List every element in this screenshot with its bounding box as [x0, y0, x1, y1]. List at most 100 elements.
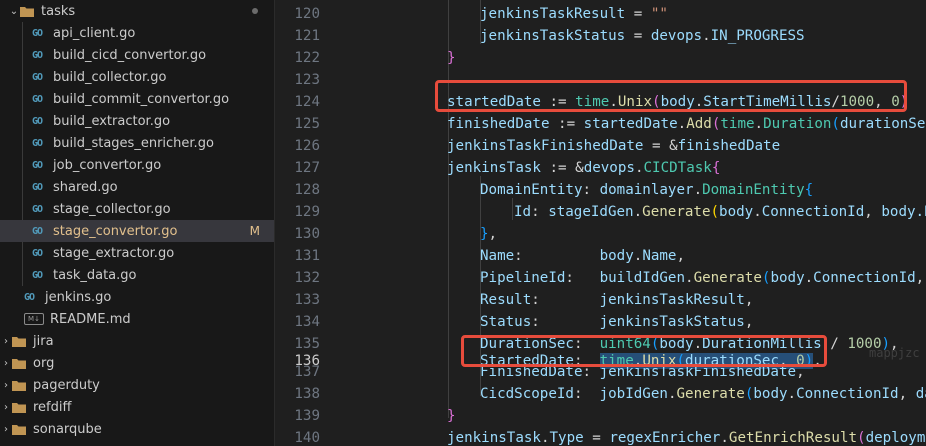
file-build-collector[interactable]: GO build_collector.go: [0, 66, 274, 88]
folder-jira[interactable]: › jira: [0, 330, 274, 352]
file-label: jenkins.go: [45, 289, 112, 305]
folder-org[interactable]: › org: [0, 352, 274, 374]
explorer-sidebar: ⌄ tasks GO api_client.go GO build_cicd_con…: [0, 0, 274, 446]
file-stage-convertor[interactable]: GO stage_convertor.go M: [0, 220, 274, 242]
folder-icon: [12, 336, 26, 347]
folder-label: jira: [33, 333, 54, 349]
file-task-data[interactable]: GO task_data.go: [0, 264, 274, 286]
go-file-icon: GO: [32, 27, 43, 39]
go-file-icon: GO: [32, 269, 43, 281]
line-number: 128: [294, 182, 320, 198]
chevron-right-icon: ›: [4, 423, 8, 435]
folder-label: org: [33, 355, 55, 371]
line-number: 122: [294, 50, 320, 66]
line-number: 134: [294, 314, 320, 330]
code-line-120: 120 jenkinsTaskResult = "": [275, 3, 926, 25]
line-number: 124: [294, 94, 320, 110]
folder-pagerduty[interactable]: › pagerduty: [0, 374, 274, 396]
folder-icon: [12, 380, 26, 391]
file-build-extractor[interactable]: GO build_extractor.go: [0, 110, 274, 132]
go-file-icon: GO: [32, 225, 43, 237]
line-number: 123: [294, 72, 320, 88]
go-file-icon: GO: [32, 93, 43, 105]
code-line-122: 122}: [275, 47, 926, 69]
code-line-128: 128 DomainEntity: domainlayer.DomainEntit…: [275, 179, 926, 201]
chevron-right-icon: ›: [4, 379, 8, 391]
folder-label: pagerduty: [33, 377, 100, 393]
folder-icon: [12, 424, 26, 435]
line-number: 120: [294, 6, 320, 22]
go-file-icon: GO: [32, 247, 43, 259]
folder-icon: [12, 402, 26, 413]
folder-label: tasks: [41, 3, 76, 19]
highlight-box-line-124: [435, 80, 907, 112]
go-file-icon: GO: [32, 203, 43, 215]
folder-label: sonarqube: [33, 421, 102, 437]
highlight-box-line-136: [461, 335, 827, 367]
file-label: task_data.go: [53, 267, 137, 283]
line-number: 121: [294, 28, 320, 44]
line-number: 132: [294, 270, 320, 286]
file-label: build_stages_enricher.go: [53, 135, 214, 151]
modified-dot-icon: [252, 8, 258, 14]
file-label: job_convertor.go: [53, 157, 162, 173]
folder-icon: [12, 358, 26, 369]
file-label: shared.go: [53, 179, 118, 195]
file-build-cicd-convertor[interactable]: GO build_cicd_convertor.go: [0, 44, 274, 66]
file-api-client[interactable]: GO api_client.go: [0, 22, 274, 44]
go-file-icon: GO: [24, 291, 35, 303]
go-file-icon: GO: [32, 115, 43, 127]
folder-sonarqube[interactable]: › sonarqube: [0, 418, 274, 440]
file-build-stages-enricher[interactable]: GO build_stages_enricher.go: [0, 132, 274, 154]
code-editor[interactable]: 120 jenkinsTaskResult = "" 121 jenkinsTask…: [275, 0, 926, 446]
folder-label: refdiff: [33, 399, 72, 415]
chevron-right-icon: ›: [4, 335, 8, 347]
code-line-132: 132 PipelineId: buildIdGen.Generate(body.…: [275, 267, 926, 289]
file-label: api_client.go: [53, 25, 136, 41]
line-number: 140: [294, 430, 320, 446]
file-jenkins[interactable]: GO jenkins.go: [0, 286, 274, 308]
line-number: 131: [294, 248, 320, 264]
file-build-commit-convertor[interactable]: GO build_commit_convertor.go: [0, 88, 274, 110]
line-number: 125: [294, 116, 320, 132]
go-file-icon: GO: [32, 71, 43, 83]
folder-refdiff[interactable]: › refdiff: [0, 396, 274, 418]
line-number: 139: [294, 408, 320, 424]
line-number: 129: [294, 204, 320, 220]
file-label: build_collector.go: [53, 69, 167, 85]
code-line-121: 121 jenkinsTaskStatus = devops.IN_PROGRES…: [275, 25, 926, 47]
go-file-icon: GO: [32, 137, 43, 149]
file-job-convertor[interactable]: GO job_convertor.go: [0, 154, 274, 176]
file-label: stage_extractor.go: [53, 245, 175, 261]
chevron-right-icon: ›: [4, 401, 8, 413]
file-label: stage_convertor.go: [53, 223, 178, 239]
code-line-127: 127 jenkinsTask := &devops.CICDTask{: [275, 157, 926, 179]
folder-open-icon: [20, 6, 34, 17]
code-line-125: 125 finishedDate := startedDate.Add(time.…: [275, 113, 926, 135]
line-number: 126: [294, 138, 320, 154]
go-file-icon: GO: [32, 49, 43, 61]
chevron-down-icon: ⌄: [9, 5, 19, 17]
code-line-126: 126 jenkinsTaskFinishedDate = &finishedDa…: [275, 135, 926, 157]
file-label: stage_collector.go: [53, 201, 171, 217]
file-label: build_extractor.go: [53, 113, 171, 129]
file-stage-extractor[interactable]: GO stage_extractor.go: [0, 242, 274, 264]
file-label: build_cicd_convertor.go: [53, 47, 207, 63]
code-line-131: 131 Name: body.Name,: [275, 245, 926, 267]
file-stage-collector[interactable]: GO stage_collector.go: [0, 198, 274, 220]
chevron-right-icon: ›: [4, 357, 8, 369]
code-line-133: 133 Result: jenkinsTaskResult,: [275, 289, 926, 311]
folder-tasks[interactable]: ⌄ tasks: [0, 0, 274, 22]
code-line-139: 139}: [275, 405, 926, 427]
line-number: 133: [294, 292, 320, 308]
line-number: 137: [294, 364, 320, 380]
code-line-129: 129 Id: stageIdGen.Generate(body.Connecti…: [275, 201, 926, 223]
modified-badge: M: [249, 224, 260, 238]
markdown-icon: M↓: [24, 313, 44, 325]
file-shared[interactable]: GO shared.go: [0, 176, 274, 198]
file-readme[interactable]: M↓ README.md: [0, 308, 274, 330]
code-line-130: 130},: [275, 223, 926, 245]
watermark: mappjzc: [869, 346, 920, 360]
code-line-140: 140 jenkinsTask.Type = regexEnricher.GetE…: [275, 427, 926, 446]
line-number: 138: [294, 386, 320, 402]
